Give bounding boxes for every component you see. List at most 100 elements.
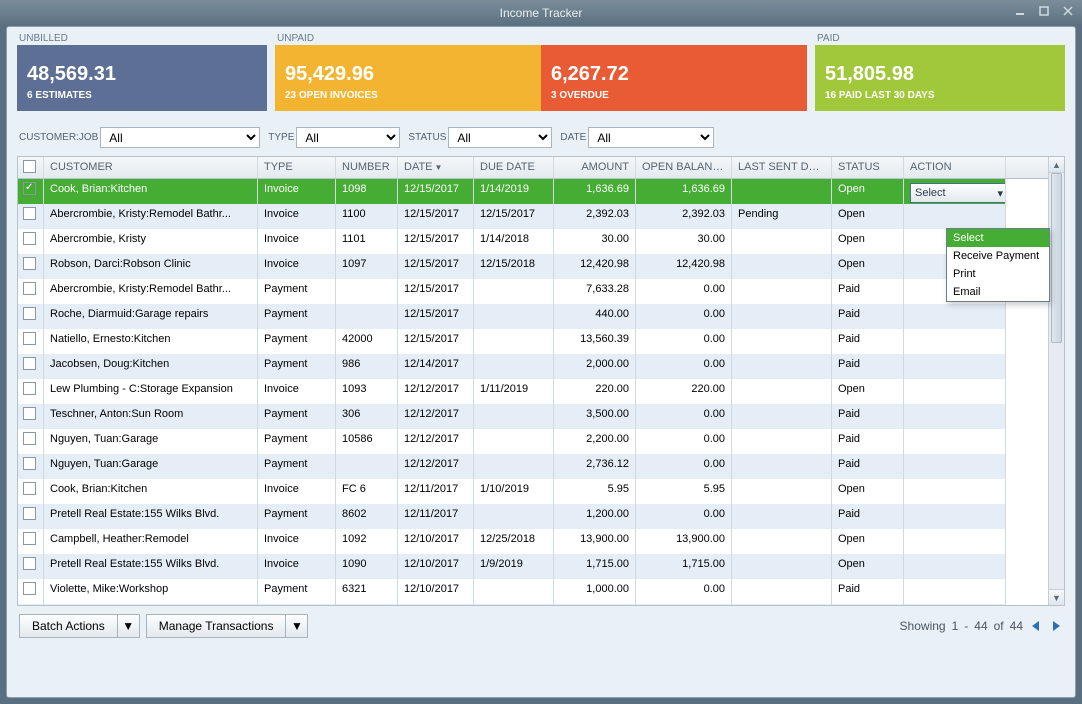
row-checkbox[interactable]	[18, 179, 44, 204]
header-date[interactable]: DATE▼	[398, 157, 474, 178]
header-checkbox[interactable]	[18, 157, 44, 178]
table-row[interactable]: Robson, Darci:Robson ClinicInvoice109712…	[18, 254, 1064, 279]
table-row[interactable]: Jacobsen, Doug:KitchenPayment98612/14/20…	[18, 354, 1064, 379]
action-menu-item-email[interactable]: Email	[947, 283, 1049, 301]
header-amount[interactable]: AMOUNT	[554, 157, 636, 178]
batch-actions-dropdown[interactable]: ▼	[118, 614, 140, 638]
row-checkbox[interactable]	[18, 229, 44, 254]
summary-unbilled-card[interactable]: 48,569.31 6 ESTIMATES	[17, 45, 267, 111]
maximize-button[interactable]	[1034, 3, 1054, 19]
table-row[interactable]: Abercrombie, Kristy:Remodel Bathr...Paym…	[18, 279, 1064, 304]
row-checkbox[interactable]	[18, 604, 44, 605]
summary-unpaid-card[interactable]: 95,429.96 23 OPEN INVOICES	[275, 45, 541, 111]
cell-due-date: 1/11/2019	[474, 379, 554, 404]
filter-status-select[interactable]: All	[448, 127, 552, 148]
scroll-thumb[interactable]	[1051, 173, 1062, 343]
table-row[interactable]: Nguyen, Tuan:GaragePayment1058612/12/201…	[18, 429, 1064, 454]
row-checkbox[interactable]	[18, 479, 44, 504]
cell-last-sent-date	[732, 304, 832, 329]
checkbox-icon[interactable]	[23, 232, 36, 245]
action-select-dropdown[interactable]: Select▾	[910, 183, 1006, 203]
checkbox-icon[interactable]	[23, 307, 36, 320]
summary-overdue-card[interactable]: 6,267.72 3 OVERDUE	[541, 45, 807, 111]
table-row[interactable]: Keenan, Bridget:Sun RoomSales Rec300812/…	[18, 604, 1064, 605]
row-checkbox[interactable]	[18, 529, 44, 554]
header-type[interactable]: TYPE	[258, 157, 336, 178]
header-due-date[interactable]: DUE DATE	[474, 157, 554, 178]
close-button[interactable]	[1058, 3, 1078, 19]
cell-number: 6321	[336, 579, 398, 604]
table-row[interactable]: Abercrombie, KristyInvoice110112/15/2017…	[18, 229, 1064, 254]
filter-date-select[interactable]: All	[588, 127, 714, 148]
cell-due-date: 1/14/2018	[474, 229, 554, 254]
scroll-up-icon[interactable]: ▲	[1049, 157, 1064, 173]
header-action[interactable]: ACTION	[904, 157, 1006, 178]
checkbox-icon[interactable]	[23, 357, 36, 370]
manage-transactions-button[interactable]: Manage Transactions	[146, 614, 287, 638]
vertical-scrollbar[interactable]: ▲ ▼	[1048, 157, 1064, 605]
row-checkbox[interactable]	[18, 454, 44, 479]
page-next-icon[interactable]	[1049, 619, 1063, 633]
table-row[interactable]: Campbell, Heather:RemodelInvoice109212/1…	[18, 529, 1064, 554]
cell-customer: Nguyen, Tuan:Garage	[44, 454, 258, 479]
checkbox-icon[interactable]	[23, 207, 36, 220]
checkbox-icon[interactable]	[23, 507, 36, 520]
row-checkbox[interactable]	[18, 304, 44, 329]
page-prev-icon[interactable]	[1029, 619, 1043, 633]
row-checkbox[interactable]	[18, 504, 44, 529]
checkbox-icon[interactable]	[23, 532, 36, 545]
checkbox-icon[interactable]	[23, 432, 36, 445]
manage-transactions-dropdown[interactable]: ▼	[286, 614, 308, 638]
action-menu-item-select[interactable]: Select	[947, 229, 1049, 247]
cell-action: Select▾	[904, 179, 1006, 204]
row-checkbox[interactable]	[18, 379, 44, 404]
table-row[interactable]: Pretell Real Estate:155 Wilks Blvd.Invoi…	[18, 554, 1064, 579]
minimize-button[interactable]	[1010, 3, 1030, 19]
manage-transactions-split-button: Manage Transactions ▼	[146, 614, 309, 638]
filter-type-select[interactable]: All	[296, 127, 400, 148]
header-open-balance[interactable]: OPEN BALANCE	[636, 157, 732, 178]
row-checkbox[interactable]	[18, 404, 44, 429]
row-checkbox[interactable]	[18, 554, 44, 579]
table-row[interactable]: Cook, Brian:KitchenInvoiceFC 612/11/2017…	[18, 479, 1064, 504]
header-status[interactable]: STATUS	[832, 157, 904, 178]
filter-type-label: TYPE	[268, 132, 294, 143]
checkbox-icon[interactable]	[23, 457, 36, 470]
checkbox-icon[interactable]	[23, 282, 36, 295]
header-number[interactable]: NUMBER	[336, 157, 398, 178]
table-row[interactable]: Abercrombie, Kristy:Remodel Bathr...Invo…	[18, 204, 1064, 229]
checkbox-icon[interactable]	[23, 382, 36, 395]
header-customer[interactable]: CUSTOMER	[44, 157, 258, 178]
table-row[interactable]: Roche, Diarmuid:Garage repairsPayment12/…	[18, 304, 1064, 329]
checkbox-icon[interactable]	[23, 407, 36, 420]
checkbox-icon[interactable]	[23, 257, 36, 270]
cell-last-sent-date	[732, 279, 832, 304]
table-row[interactable]: Teschner, Anton:Sun RoomPayment30612/12/…	[18, 404, 1064, 429]
header-last-sent-date[interactable]: LAST SENT DATE	[732, 157, 832, 178]
action-menu-item-print[interactable]: Print	[947, 265, 1049, 283]
table-row[interactable]: Pretell Real Estate:155 Wilks Blvd.Payme…	[18, 504, 1064, 529]
row-checkbox[interactable]	[18, 329, 44, 354]
filter-customer-select[interactable]: All	[100, 127, 260, 148]
row-checkbox[interactable]	[18, 354, 44, 379]
batch-actions-button[interactable]: Batch Actions	[19, 614, 118, 638]
summary-paid-card[interactable]: 51,805.98 16 PAID LAST 30 DAYS	[815, 45, 1065, 111]
row-checkbox[interactable]	[18, 429, 44, 454]
table-row[interactable]: Lew Plumbing - C:Storage ExpansionInvoic…	[18, 379, 1064, 404]
table-row[interactable]: Nguyen, Tuan:GaragePayment12/12/20172,73…	[18, 454, 1064, 479]
row-checkbox[interactable]	[18, 204, 44, 229]
row-checkbox[interactable]	[18, 254, 44, 279]
row-checkbox[interactable]	[18, 579, 44, 604]
checkbox-icon[interactable]	[23, 332, 36, 345]
checkbox-icon[interactable]	[23, 482, 36, 495]
summary-unbilled-label: UNBILLED	[19, 33, 68, 44]
action-menu-item-receive-payment[interactable]: Receive Payment	[947, 247, 1049, 265]
table-row[interactable]: Natiello, Ernesto:KitchenPayment4200012/…	[18, 329, 1064, 354]
checkbox-icon[interactable]	[23, 557, 36, 570]
scroll-down-icon[interactable]: ▼	[1049, 589, 1064, 605]
table-row[interactable]: Violette, Mike:WorkshopPayment632112/10/…	[18, 579, 1064, 604]
checkbox-icon[interactable]	[23, 182, 36, 195]
checkbox-icon[interactable]	[23, 582, 36, 595]
row-checkbox[interactable]	[18, 279, 44, 304]
table-row[interactable]: Cook, Brian:KitchenInvoice109812/15/2017…	[18, 179, 1064, 204]
